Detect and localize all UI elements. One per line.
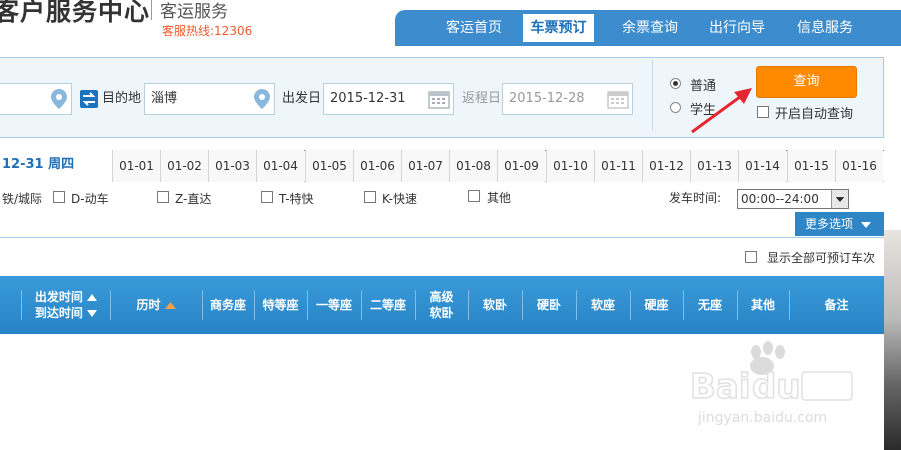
date-tab[interactable]: 01-02 — [160, 150, 208, 182]
premium-seat-header: 特等座 — [262, 298, 299, 312]
background-photo-strip — [884, 230, 901, 450]
nav-travel-guide[interactable]: 出行向导 — [697, 14, 777, 42]
sort-up-icon — [87, 294, 98, 301]
depart-arrive-time-header[interactable]: 出发时间 到达时间 — [22, 276, 110, 334]
calendar-icon[interactable] — [428, 89, 450, 109]
date-tab[interactable]: 01-07 — [401, 150, 449, 182]
duration-header[interactable]: 历时 — [110, 276, 202, 334]
date-tab[interactable]: 01-15 — [787, 150, 835, 182]
more-options-label: 更多选项 — [805, 217, 854, 231]
date-tab[interactable]: 01-14 — [738, 150, 786, 182]
deluxe-soft-sleeper-header: 高级软卧 — [429, 290, 454, 320]
filter-t-label: T-特快 — [279, 192, 314, 206]
swap-stations-icon[interactable] — [80, 90, 98, 108]
annotation-arrow-icon — [691, 88, 752, 134]
svg-text:jingyan.baidu.com: jingyan.baidu.com — [697, 410, 827, 426]
service-hotline: 客服热线:12306 — [162, 24, 253, 38]
nav-info-service[interactable]: 信息服务 — [785, 14, 865, 42]
show-all-label: 显示全部可预订车次 — [767, 251, 876, 265]
date-tab[interactable]: 01-01 — [112, 150, 160, 182]
ticket-type-normal-radio[interactable] — [670, 78, 681, 89]
column-separator — [21, 290, 22, 320]
date-tab[interactable]: 01-03 — [208, 150, 256, 182]
baidu-jingyan-watermark-icon: Bai du jingyan.baidu.com — [690, 341, 853, 426]
show-all-checkbox[interactable] — [745, 251, 757, 263]
filter-d-checkbox[interactable] — [53, 191, 65, 203]
date-tab[interactable]: 01-11 — [594, 150, 642, 182]
filter-d-label: D-动车 — [71, 192, 109, 206]
depart-date-label: 出发日 — [282, 91, 322, 106]
query-button[interactable]: 查询 — [756, 66, 857, 98]
chevron-down-icon — [860, 221, 871, 228]
auto-query-label: 开启自动查询 — [775, 107, 854, 122]
date-tab[interactable]: 01-13 — [690, 150, 738, 182]
date-tab[interactable]: 01-05 — [305, 150, 353, 182]
chevron-down-icon[interactable] — [831, 190, 848, 208]
logo-title: 客户服务中心 — [0, 0, 151, 26]
soft-sleeper-header: 软卧 — [482, 298, 507, 312]
date-tab[interactable]: 01-08 — [449, 150, 497, 182]
nav-remaining-tickets[interactable]: 余票查询 — [610, 14, 690, 42]
date-tab[interactable]: 01-16 — [835, 150, 883, 182]
arrive-time-header: 到达时间 — [35, 305, 98, 321]
ticket-type-student-radio[interactable] — [670, 102, 681, 113]
date-tab[interactable]: 01-06 — [353, 150, 401, 182]
auto-query-checkbox[interactable] — [757, 106, 769, 118]
location-pin-icon[interactable] — [253, 88, 271, 110]
nav-home[interactable]: 客运首页 — [434, 14, 514, 42]
date-tab[interactable]: 01-10 — [546, 150, 594, 182]
hard-seat-header: 硬座 — [644, 298, 669, 312]
filter-k-label: K-快速 — [382, 192, 417, 206]
return-date-label: 返程日 — [462, 91, 502, 106]
sort-up-icon — [164, 301, 176, 309]
sort-down-icon — [87, 310, 98, 317]
calendar-icon[interactable] — [607, 89, 629, 109]
svg-text:Bai: Bai — [690, 367, 751, 407]
filter-z-checkbox[interactable] — [157, 191, 169, 203]
remarks-header: 备注 — [824, 298, 849, 312]
second-class-header: 二等座 — [369, 298, 406, 312]
filter-z-label: Z-直达 — [175, 192, 212, 206]
date-tab[interactable]: 01-09 — [497, 150, 545, 182]
business-seat-header: 商务座 — [209, 298, 246, 312]
other-header: 其他 — [750, 298, 775, 312]
location-pin-icon[interactable] — [50, 88, 68, 110]
logo-subtitle: 客运服务 — [160, 2, 228, 22]
nav-ticket-booking[interactable]: 车票预订 — [523, 14, 594, 42]
depart-time-label: 发车时间: — [669, 191, 722, 205]
to-station-label: 目的地 — [102, 91, 142, 106]
panel-divider — [652, 60, 653, 130]
hard-sleeper-header: 硬卧 — [536, 298, 561, 312]
filter-other-label: 其他 — [487, 191, 512, 205]
filter-partial-label: 铁/城际 — [2, 192, 43, 206]
filter-k-checkbox[interactable] — [364, 191, 376, 203]
more-options-button[interactable]: 更多选项 — [795, 212, 884, 236]
date-tab[interactable]: 01-12 — [642, 150, 690, 182]
current-date-tab[interactable]: 12-31 周四 — [0, 150, 112, 182]
first-class-header: 一等座 — [315, 298, 352, 312]
filter-t-checkbox[interactable] — [261, 191, 273, 203]
date-tab[interactable]: 01-04 — [256, 150, 304, 182]
no-seat-header: 无座 — [697, 298, 722, 312]
svg-text:du: du — [752, 367, 801, 407]
filter-other-checkbox[interactable] — [468, 190, 480, 202]
logo-divider — [151, 0, 152, 20]
depart-time-header: 出发时间 — [35, 289, 98, 305]
soft-seat-header: 软座 — [590, 298, 615, 312]
